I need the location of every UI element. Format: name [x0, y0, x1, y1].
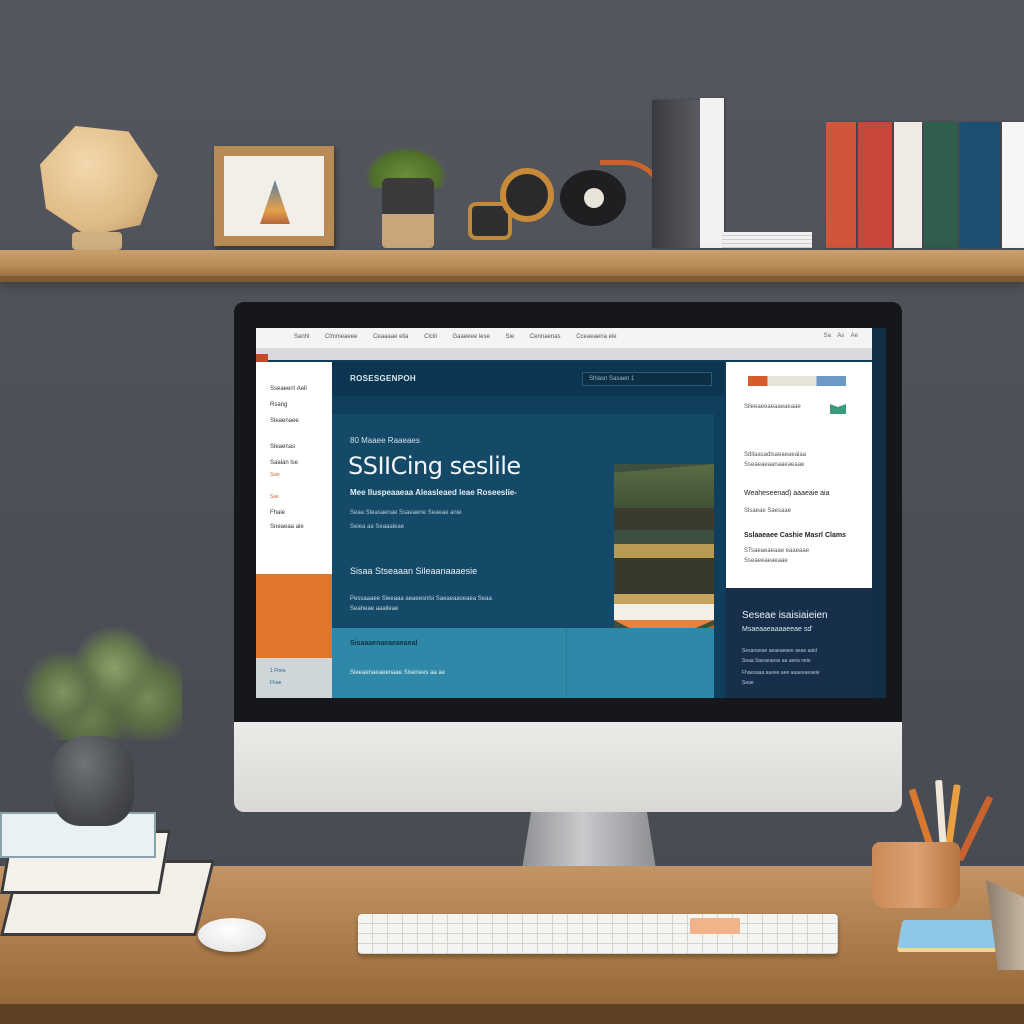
website-screen: Sanhl Clmmeaeee Ceaaaae elia Clclil Gaae…: [256, 328, 886, 698]
right-card: Slleeaeeaeaaeaeaae Sdllaasadlsaeaeaealaa…: [726, 362, 872, 588]
camera-gadgets: [460, 160, 665, 250]
site-brand[interactable]: ROSESGENPOH: [350, 374, 416, 383]
nav-link[interactable]: Cceaeaena eie: [576, 334, 616, 340]
picture-frame: [214, 146, 334, 246]
sidebar-item[interactable]: Fhaie: [270, 510, 285, 516]
panel-heading: Seseae isaisiaieien: [742, 610, 828, 621]
feature-body: Sieeaenaeaeenaae Sisenees aa ae: [350, 670, 446, 676]
content-header: ROSESGENPOH Shlasn Sasaen 1: [332, 362, 724, 396]
card-text: Sdllaasadlsaeaeaealaa: [744, 452, 807, 458]
sticky-notes: [897, 920, 1003, 948]
panel-text: Seaa Saeaeaeas aa aeea neie: [742, 658, 811, 664]
wall-shelf: [0, 250, 1024, 276]
card-text: Sseaeeaeaeaae: [744, 558, 788, 564]
shelf-book-green: [924, 122, 958, 248]
card-link[interactable]: Weaheseenad) aaaeaie aia: [744, 490, 830, 497]
nav-link[interactable]: Sie: [506, 334, 515, 340]
shelf-book-cream: [894, 122, 922, 248]
strip-divider: [566, 628, 567, 698]
section-body: Pessaaaee Sieeaaa aeaeesnlsi Saeaeaaseae…: [350, 596, 492, 602]
card-banner: [748, 376, 846, 386]
dark-info-panel: Seseae isaisiaieien Msaeaaeaaaaeeae sd' …: [726, 588, 872, 698]
shelf-book-white: [700, 98, 724, 248]
card-link[interactable]: Sslaaeaee Cashie Masrl Clams: [744, 532, 846, 539]
panel-text: Sesanaeae aeaeaeaee aeae aaid: [742, 648, 818, 654]
feature-heading: Sisaaaenaeaeaeaeal: [350, 640, 418, 647]
computer-mouse[interactable]: [198, 918, 266, 952]
section-body: Seaheae aaaileae: [350, 606, 399, 612]
sidebar-item[interactable]: Sneaeaa aie: [270, 524, 304, 530]
nav-link[interactable]: Gaaeeee lese: [452, 334, 489, 340]
hero-subtitle: Mee Iluspeaaeaa Aleasleaed leae Roseesli…: [350, 488, 517, 497]
nav-right-link[interactable]: As: [837, 333, 844, 339]
shelf-pot-band: [382, 214, 434, 248]
shelf-book-blue: [960, 122, 1000, 248]
feature-strip[interactable]: Sisaaaenaeaeaeaeal Sieeaenaeaeenaae Sise…: [332, 628, 714, 698]
panel-text: Fhaesaaa aaeee aee aaaeeaeaeie: [742, 670, 820, 676]
shelf-book-dark: [652, 100, 700, 248]
sidebar-footer-text: Fhae: [270, 680, 282, 686]
desk-edge: [0, 1004, 1024, 1024]
sidebar-footer: 1 Fhea Fhae: [256, 658, 332, 698]
shelf-lip: [0, 276, 1024, 282]
sidebar-tag: Sae: [270, 494, 279, 500]
top-nav: Sanhl Clmmeaeee Ceaaaae elia Clclil Gaae…: [294, 334, 631, 340]
sidebar-promo-block[interactable]: [256, 574, 332, 658]
panel-subheading: Msaeaaeaaaaeeae sd': [742, 626, 813, 633]
paper-stack: [722, 232, 812, 248]
shelf-book-white2: [1002, 122, 1024, 248]
nav-link[interactable]: Sanhl: [294, 334, 309, 340]
scrollbar-track[interactable]: [872, 328, 886, 698]
hero-meta[interactable]: Seaa Sleasaenae Ssaeaene Seaeae anie: [350, 510, 461, 516]
top-nav-right: Sa As Ae: [824, 333, 858, 339]
card-text: Sseaeaeaanaaeaeaae: [744, 462, 805, 468]
picture-canvas: [224, 156, 324, 236]
desk-vase: [52, 736, 134, 826]
nav-link[interactable]: Ceaaaae elia: [373, 334, 408, 340]
section-title: Sisaa Stseaaan Sileaanaaaesie: [350, 566, 478, 576]
sub-nav-bar: [256, 348, 872, 360]
gadget-lens: [500, 168, 554, 222]
shelf-book-red: [826, 122, 856, 248]
search-input[interactable]: Shlasn Sasaen 1: [582, 372, 712, 386]
hero-meta[interactable]: Seiea aa Seaaaleae: [350, 524, 404, 530]
nav-link[interactable]: Cennaenas: [530, 334, 561, 340]
sidebar-item[interactable]: Saalan lse: [270, 460, 298, 466]
sidebar-item[interactable]: Sseaeen! Aell: [270, 386, 307, 392]
top-nav-bar: Sanhl Clmmeaeee Ceaaaae elia Clclil Gaae…: [256, 328, 872, 348]
sidebar: Sseaeen! Aell Rsang Sleaenaee Sleaenas S…: [256, 362, 332, 574]
sidebar-item[interactable]: Sleaenaee: [270, 418, 299, 424]
sidebar-item[interactable]: Sleaenas: [270, 444, 295, 450]
hero-section: 80 Maaee Raaeaes SSIICing seslile Mee Il…: [332, 414, 714, 674]
nav-right-link[interactable]: Sa: [824, 333, 831, 339]
monitor-chin: [234, 722, 902, 812]
lamp-base: [72, 232, 122, 250]
keyboard[interactable]: [358, 914, 838, 954]
hero-title: SSIICing seslile: [348, 452, 521, 480]
sidebar-footer-text: 1 Fhea: [270, 668, 286, 674]
shelf-book-red2: [858, 122, 892, 248]
sidebar-item[interactable]: Rsang: [270, 402, 287, 408]
hero-eyebrow: 80 Maaee Raaeaes: [350, 436, 420, 445]
card-text: Slleeaeeaeaaeaeaae: [744, 404, 801, 410]
sidebar-tag: Ssie: [270, 472, 280, 478]
picture-art-icon: [260, 180, 290, 224]
panel-text: Seae: [742, 680, 754, 686]
nav-right-link[interactable]: Ae: [851, 333, 858, 339]
nav-link[interactable]: Clmmeaeee: [325, 334, 357, 340]
card-text: STsaeaeaeaae eaaeaae: [744, 548, 810, 554]
keyboard-keys-accent: [690, 918, 740, 934]
card-text: Slsaeae Saesaae: [744, 508, 792, 514]
desk-plant: [12, 620, 182, 740]
pencil-cup: [872, 842, 960, 908]
nav-link[interactable]: Clclil: [424, 334, 437, 340]
bookmark-icon[interactable]: [830, 404, 846, 414]
main-content: ROSESGENPOH Shlasn Sasaen 1 80 Maaee Raa…: [332, 362, 724, 698]
